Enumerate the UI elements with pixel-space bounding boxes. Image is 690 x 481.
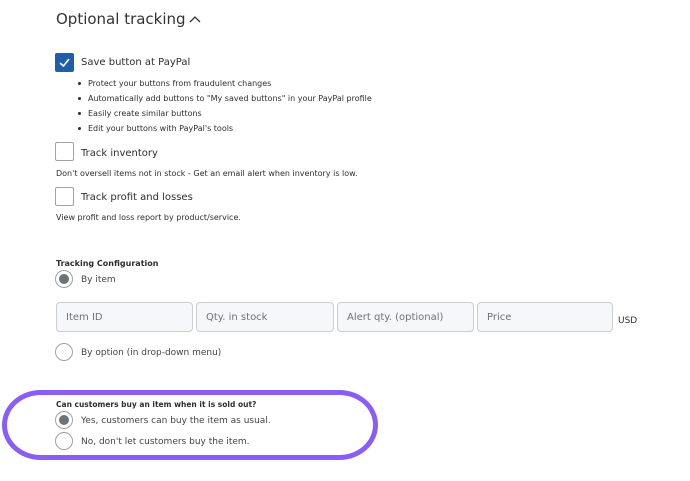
sold-out-yes-radio[interactable] bbox=[55, 411, 73, 429]
sold-out-no-label: No, don't let customers buy the item. bbox=[81, 437, 250, 447]
price-placeholder: Price bbox=[487, 311, 512, 323]
chevron-up-icon bbox=[189, 10, 201, 28]
by-option-radio[interactable] bbox=[55, 343, 73, 361]
alert-qty-input[interactable]: Alert qty. (optional) bbox=[337, 302, 474, 332]
checkmark-icon bbox=[59, 58, 70, 68]
section-toggle[interactable]: Optional tracking bbox=[56, 10, 201, 28]
list-item: Automatically add buttons to "My saved b… bbox=[78, 93, 372, 108]
save-button-benefits: Protect your buttons from fraudulent cha… bbox=[78, 78, 372, 138]
sold-out-question: Can customers buy an item when it is sol… bbox=[56, 400, 257, 409]
sold-out-yes-label: Yes, customers can buy the item as usual… bbox=[81, 416, 271, 426]
item-id-placeholder: Item ID bbox=[66, 311, 103, 323]
save-button-checkbox[interactable] bbox=[55, 53, 74, 72]
track-profit-help: View profit and loss report by product/s… bbox=[56, 213, 241, 222]
by-option-label: By option (in drop-down menu) bbox=[81, 348, 222, 358]
track-inventory-help: Don't oversell items not in stock - Get … bbox=[56, 169, 358, 178]
list-item: Protect your buttons from fraudulent cha… bbox=[78, 78, 372, 93]
qty-in-stock-placeholder: Qty. in stock bbox=[206, 311, 268, 323]
list-item: Easily create similar buttons bbox=[78, 108, 372, 123]
track-inventory-checkbox[interactable] bbox=[55, 142, 74, 161]
by-item-radio[interactable] bbox=[55, 270, 73, 288]
list-item: Edit your buttons with PayPal's tools bbox=[78, 123, 372, 138]
track-profit-label: Track profit and losses bbox=[81, 192, 193, 203]
item-id-input[interactable]: Item ID bbox=[56, 302, 193, 332]
alert-qty-placeholder: Alert qty. (optional) bbox=[347, 311, 444, 323]
section-title: Optional tracking bbox=[56, 10, 186, 28]
tracking-config-title: Tracking Configuration bbox=[56, 259, 159, 268]
save-button-label: Save button at PayPal bbox=[81, 57, 191, 68]
track-profit-checkbox[interactable] bbox=[55, 187, 74, 206]
currency-label: USD bbox=[618, 316, 638, 326]
by-item-label: By item bbox=[81, 275, 116, 285]
price-input[interactable]: Price bbox=[477, 302, 613, 332]
qty-in-stock-input[interactable]: Qty. in stock bbox=[196, 302, 334, 332]
track-inventory-label: Track inventory bbox=[81, 148, 158, 159]
sold-out-no-radio[interactable] bbox=[55, 432, 73, 450]
